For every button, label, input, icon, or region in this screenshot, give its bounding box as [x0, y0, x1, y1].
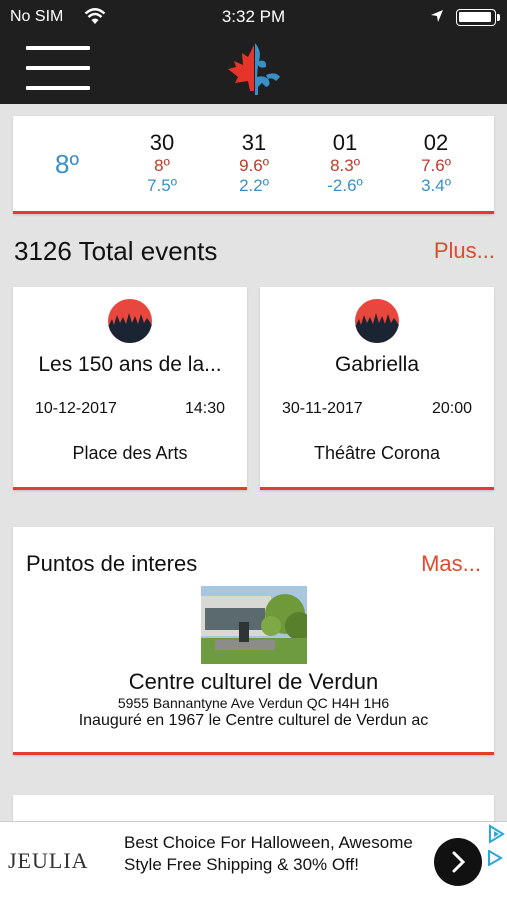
forecast-low: 3.4º	[421, 176, 451, 195]
ad-play-icon	[487, 849, 503, 871]
forecast-day: 02 7.6º 3.4º	[401, 130, 471, 196]
current-temperature: 8º	[55, 149, 79, 179]
event-date: 10-12-2017	[35, 400, 117, 417]
event-time: 14:30	[184, 400, 225, 417]
battery-icon	[456, 9, 496, 26]
poi-address: 5955 Bannantyne Ave Verdun QC H4H 1H6	[117, 695, 390, 711]
weather-card[interactable]: 8º 30 8º 7.5º 31 9.6º 2.2º 01 8.3º -2.6º…	[13, 116, 494, 214]
forecast-high: 9.6º	[239, 156, 269, 175]
forecast-day-number: 01	[332, 130, 358, 155]
event-venue: Place des Arts	[72, 443, 188, 463]
poi-heading: Puntos de interes	[26, 551, 198, 576]
forecast-day-number: 30	[149, 130, 175, 155]
app-header	[0, 34, 507, 104]
poi-photo	[201, 586, 307, 664]
adchoices-icon[interactable]	[486, 824, 506, 844]
event-card[interactable]: Les 150 ans de la... 10-12-2017 14:30 Pl…	[13, 287, 247, 490]
ad-brand-logo: JEULIA	[8, 848, 89, 873]
ad-chevron-right-icon[interactable]	[434, 838, 482, 886]
poi-description: Inauguré en 1967 le Centre culturel de V…	[78, 712, 429, 729]
forecast-low: 2.2º	[239, 176, 269, 195]
status-bar: No SIM 3:32 PM	[0, 0, 507, 34]
event-title: Gabriella	[334, 353, 420, 376]
forecast-high: 8º	[154, 156, 170, 175]
ad-text: Best Choice For Halloween, Awesome Style…	[124, 833, 413, 874]
concert-crowd-icon	[355, 299, 399, 343]
app-logo	[222, 37, 286, 101]
poi-more-link[interactable]: Mas...	[421, 551, 481, 577]
event-title: Les 150 ans de la...	[38, 353, 222, 376]
event-card[interactable]: Gabriella 30-11-2017 20:00 Théâtre Coron…	[260, 287, 494, 490]
events-more-link[interactable]: Plus...	[434, 238, 495, 264]
event-time: 20:00	[431, 400, 472, 417]
battery-tip	[497, 14, 500, 21]
poi-name: Centre culturel de Verdun	[128, 669, 379, 694]
forecast-high: 8.3º	[330, 156, 360, 175]
hamburger-menu-icon[interactable]	[26, 46, 90, 90]
concert-crowd-icon	[108, 299, 152, 343]
forecast-day-number: 31	[241, 130, 267, 155]
forecast-day: 01 8.3º -2.6º	[310, 130, 380, 196]
forecast-high: 7.6º	[421, 156, 451, 175]
forecast-day: 30 8º 7.5º	[127, 130, 197, 196]
location-arrow-icon	[430, 9, 444, 28]
forecast-low: 7.5º	[147, 176, 177, 195]
forecast-day: 31 9.6º 2.2º	[219, 130, 289, 196]
forecast-low: -2.6º	[327, 176, 363, 195]
points-of-interest-card[interactable]: Puntos de interes Mas... Centre culturel…	[13, 527, 494, 755]
ad-banner[interactable]: JEULIA Best Choice For Halloween, Awesom…	[0, 821, 507, 900]
event-venue: Théâtre Corona	[313, 443, 441, 463]
forecast-day-number: 02	[423, 130, 449, 155]
event-date: 30-11-2017	[282, 400, 363, 417]
events-total-heading: 3126 Total events	[14, 236, 218, 266]
